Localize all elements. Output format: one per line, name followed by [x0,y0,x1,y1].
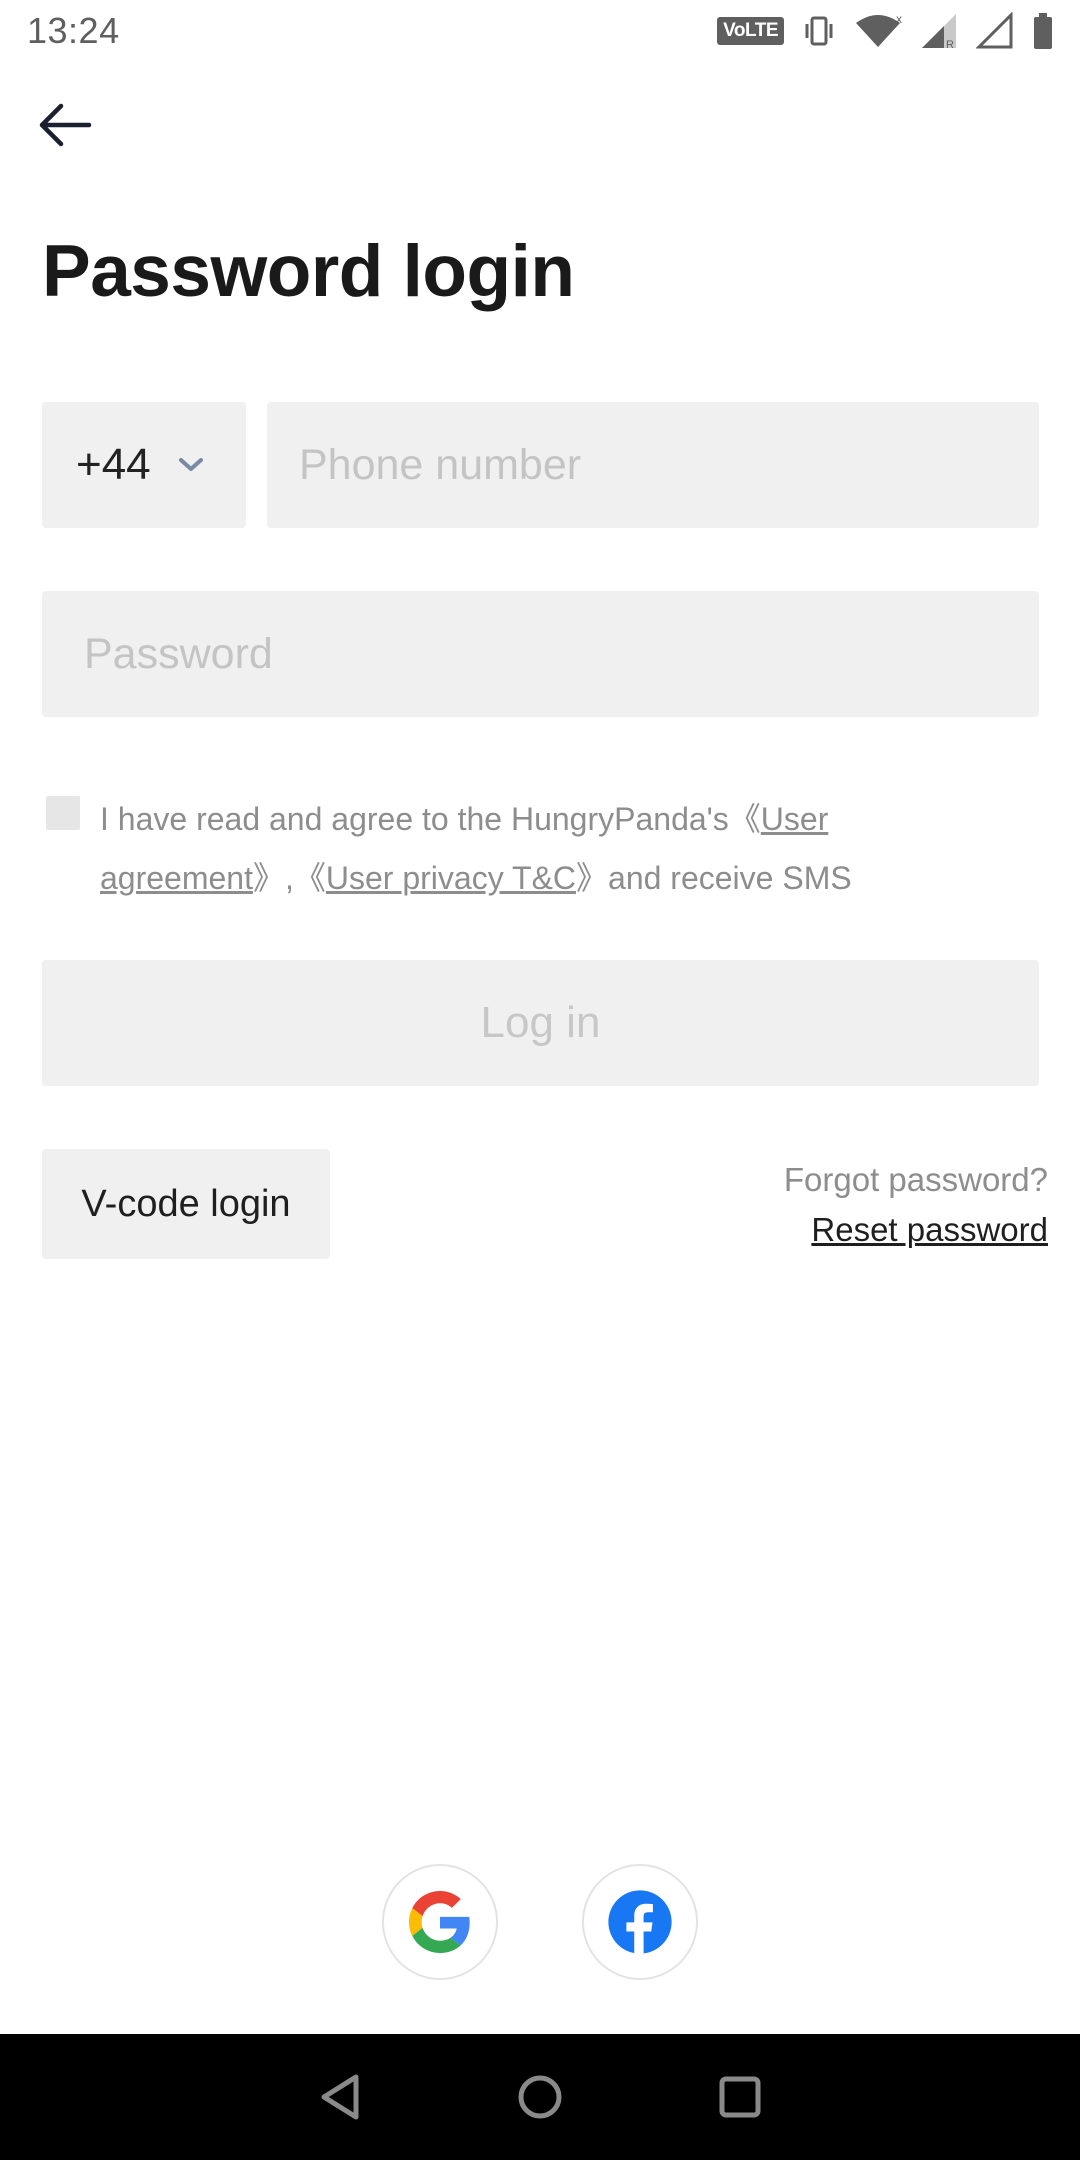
svg-text:x: x [896,13,902,26]
wifi-icon: x [854,13,902,49]
chevron-down-icon [177,456,205,474]
vcode-login-button[interactable]: V-code login [42,1149,330,1259]
agreement-row: I have read and agree to the HungryPanda… [46,790,1036,908]
battery-icon [1032,12,1054,50]
nav-home-button[interactable] [505,2062,575,2132]
status-icons: VoLTE x R [717,11,1054,51]
country-code-value: +44 [76,440,151,489]
vibrate-icon [802,14,836,48]
agreement-text: I have read and agree to the HungryPanda… [100,790,980,908]
user-privacy-link[interactable]: User privacy T&C [326,860,576,896]
google-login-button[interactable] [382,1864,498,1980]
status-time: 13:24 [27,10,120,51]
password-field[interactable] [42,591,1039,717]
signal-empty-icon [976,12,1014,50]
agreement-middle: 》,《 [252,860,326,896]
phone-field[interactable] [267,402,1039,528]
google-icon [409,1891,470,1953]
nav-back-button[interactable] [305,2062,375,2132]
facebook-login-button[interactable] [582,1864,698,1980]
forgot-password-text: Forgot password? [783,1161,1048,1198]
agreement-prefix: I have read and agree to the HungryPanda… [100,801,761,837]
reset-password-link[interactable]: Reset password [811,1210,1048,1250]
page-title: Password login [42,231,575,312]
nav-recents-button[interactable] [705,2062,775,2132]
square-recents-icon [719,2076,761,2118]
login-button[interactable]: Log in [42,960,1039,1086]
login-screen: 13:24 VoLTE x R Password login +44 Phone… [0,0,1080,2160]
triangle-back-icon [321,2074,359,2120]
status-bar: 13:24 VoLTE x R [0,0,1080,62]
arrow-left-icon [39,103,92,147]
social-login-row [0,1864,1080,1980]
circle-home-icon [518,2075,562,2119]
country-code-selector[interactable]: +44 [42,402,246,528]
facebook-icon [608,1890,672,1955]
password-input[interactable] [42,591,1039,717]
agreement-checkbox[interactable] [46,796,80,830]
system-nav-bar [0,2034,1080,2160]
svg-text:R: R [946,39,954,50]
phone-input[interactable] [267,402,1039,528]
signal-icon: R [920,12,958,50]
volte-icon: VoLTE [717,17,784,45]
agreement-suffix: 》and receive SMS [576,860,852,896]
back-button[interactable] [30,90,100,160]
forgot-password-block: Forgot password? Reset password [784,1158,1048,1250]
